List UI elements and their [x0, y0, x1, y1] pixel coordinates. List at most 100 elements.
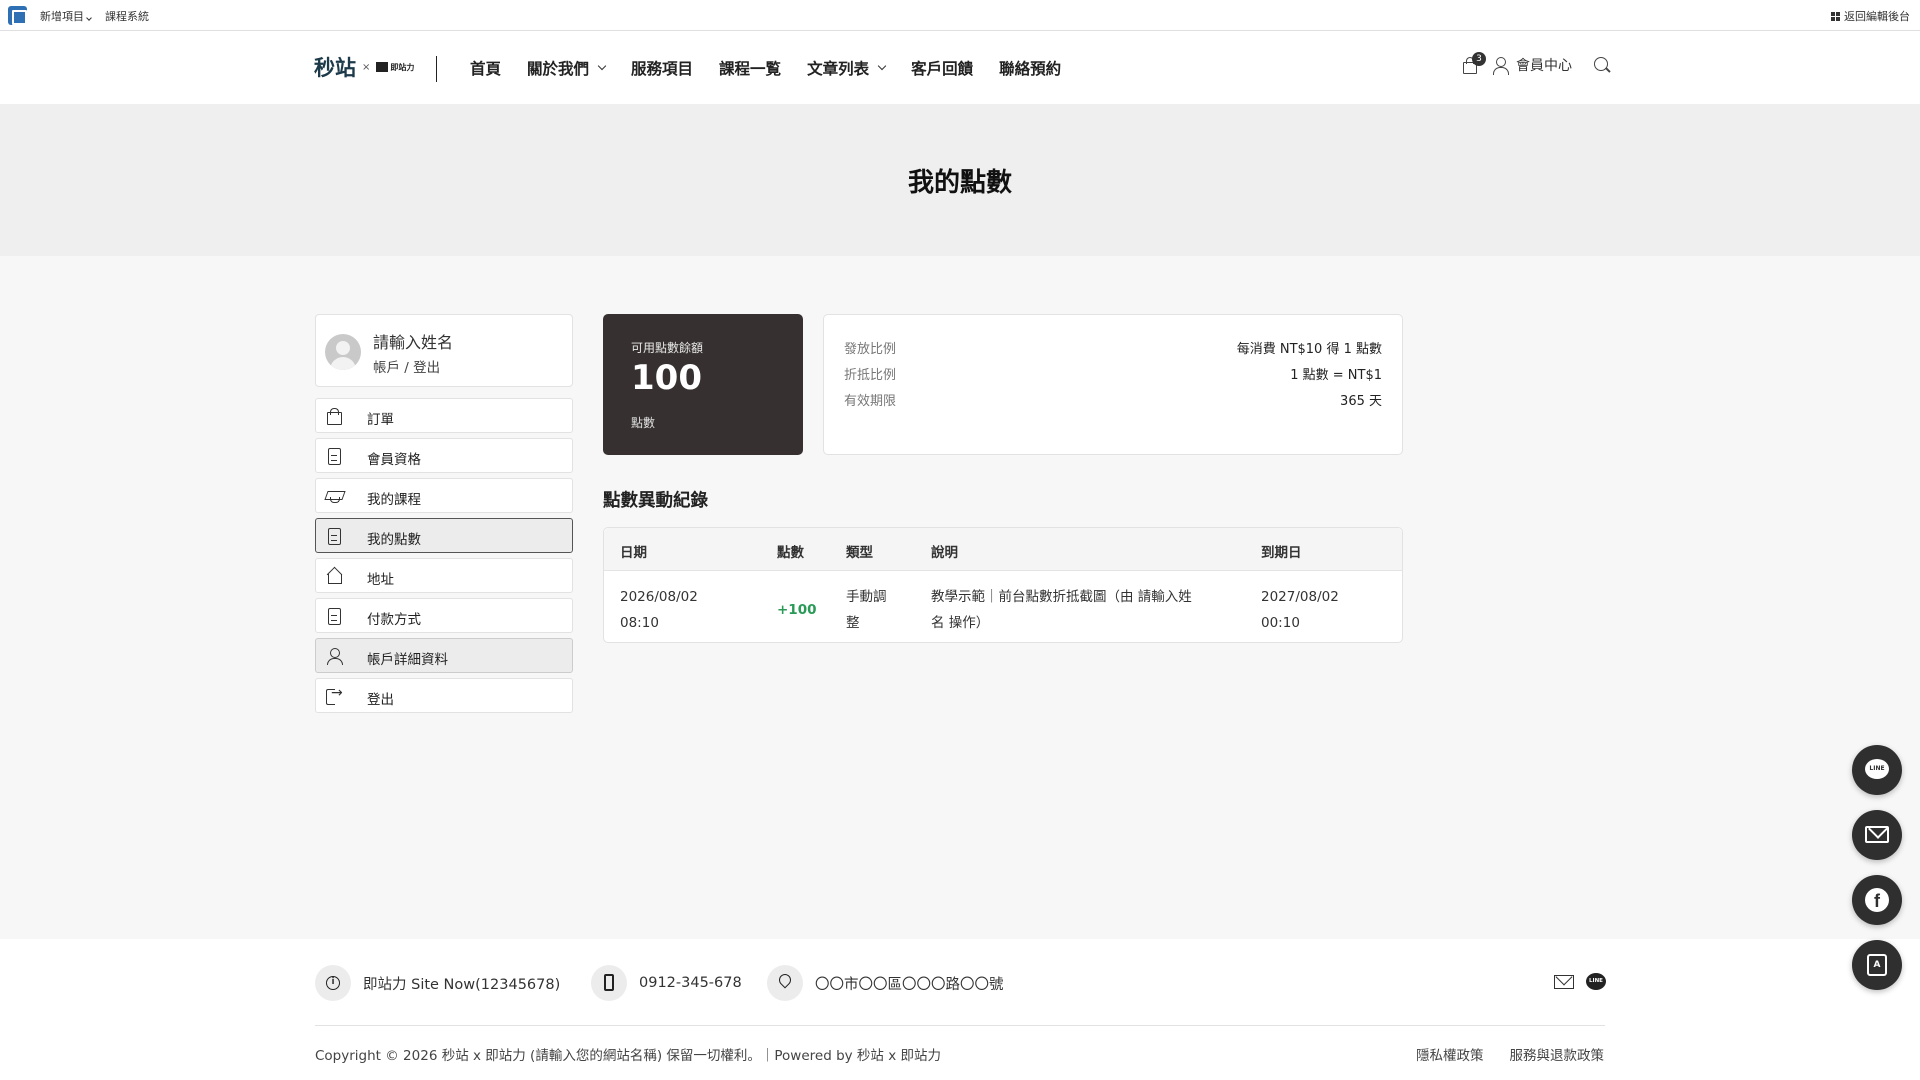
email-float-button[interactable] [1852, 810, 1902, 860]
footer-address: 〇〇市〇〇區〇〇〇路〇〇號 [767, 965, 1004, 1001]
avatar [325, 334, 361, 370]
expiry-time-line: 00:10 [1261, 615, 1300, 631]
history-title: 點數異動紀錄 [603, 491, 708, 511]
nav-testimonials[interactable]: 客戶回饋 [911, 57, 973, 79]
phone-icon [604, 974, 614, 991]
privacy-policy-link[interactable]: 隱私權政策 [1416, 1044, 1484, 1064]
course-system-link[interactable]: 課程系統 [105, 8, 149, 24]
footer-social: LINE [1554, 973, 1606, 990]
expiry-date-line: 2027/08/02 [1261, 589, 1339, 605]
back-to-admin-label: 返回編輯後台 [1844, 10, 1910, 23]
rule-validity: 有效期限 365 天 [844, 390, 1382, 409]
location-icon-circle [767, 965, 803, 1001]
member-center-link[interactable]: 會員中心 [1516, 55, 1572, 75]
facebook-float-button[interactable]: f [1852, 875, 1902, 925]
sidebar-item-my-courses[interactable]: 我的課程 [315, 478, 573, 513]
table-header: 日期 點數 類型 說明 到期日 [604, 528, 1402, 571]
nav-courses[interactable]: 課程一覧 [719, 57, 781, 79]
nav-home[interactable]: 首頁 [470, 57, 501, 79]
logo-main-text: 秒站 [314, 55, 356, 80]
header-actions: 3 會員中心 [1462, 52, 1610, 75]
address-text: 〇〇市〇〇區〇〇〇路〇〇號 [815, 976, 1004, 993]
new-item-menu[interactable]: 新增項目 [40, 8, 92, 24]
admin-bar: 新增項目 課程系統 返回編輯後台 [0, 0, 1920, 31]
user-icon [326, 648, 343, 665]
line-float-button[interactable]: LINE [1852, 745, 1902, 795]
cell-date: 2026/08/02 08:10 [620, 584, 698, 636]
site-admin-icon[interactable] [8, 6, 27, 25]
footer-phone[interactable]: 0912-345-678 [591, 965, 742, 1001]
grid-icon [1831, 11, 1840, 21]
sidebar-item-address[interactable]: 地址 [315, 558, 573, 593]
sidebar-item-label: 我的點數 [367, 532, 421, 548]
form-float-button[interactable]: A [1852, 940, 1902, 990]
rule-value: 每消費 NT$10 得 1 點數 [1236, 342, 1382, 357]
search-icon[interactable] [1594, 57, 1610, 73]
main-nav: 首頁 關於我們 服務項目 課程一覧 文章列表 客戶回饋 聯絡預約 [470, 57, 1061, 79]
page-hero: 我的點數 [0, 104, 1920, 256]
col-points: 點數 [777, 545, 804, 561]
phone-text: 0912-345-678 [639, 975, 742, 991]
sidebar-item-my-points[interactable]: 我的點數 [315, 518, 573, 553]
nav-articles[interactable]: 文章列表 [807, 57, 887, 79]
mail-icon [1865, 826, 1889, 843]
rule-redeem-rate: 折抵比例 1 點數 = NT$1 [844, 364, 1382, 383]
mail-icon[interactable] [1554, 974, 1574, 989]
refund-policy-link[interactable]: 服務與退款政策 [1510, 1044, 1605, 1064]
rule-key: 有效期限 [844, 394, 897, 409]
logout-link[interactable]: 登出 [413, 360, 440, 376]
rule-value: 365 天 [1340, 394, 1382, 409]
user-icon[interactable] [1492, 57, 1509, 75]
info-icon: i [326, 976, 340, 990]
col-date: 日期 [620, 545, 647, 561]
sidebar-item-label: 地址 [367, 572, 394, 588]
sidebar-item-account-details[interactable]: 帳戶詳細資料 [315, 638, 573, 673]
sidebar-item-payment-methods[interactable]: 付款方式 [315, 598, 573, 633]
rule-key: 發放比例 [844, 342, 897, 357]
partner-logo-mark [376, 62, 389, 72]
points-balance-card: 可用點數餘額 100 點數 [603, 314, 803, 455]
cell-expiry: 2027/08/02 00:10 [1261, 584, 1339, 636]
sidebar-item-label: 登出 [367, 692, 394, 708]
account-link[interactable]: 帳戶 [373, 360, 400, 376]
copyright-text: Copyright © 2026 秒站 x 即站力 (請輸入您的網站名稱) 保留… [315, 1048, 941, 1064]
new-item-label: 新增項目 [40, 10, 84, 23]
site-logo[interactable]: 秒站 × 即站力 [314, 55, 414, 80]
nav-about-label: 關於我們 [527, 60, 590, 78]
profile-card: 請輸入姓名 帳戶 / 登出 [315, 314, 573, 387]
footer-policy-links: 隱私權政策 服務與退款政策 [1416, 1044, 1604, 1064]
cart-icon[interactable]: 3 [1462, 52, 1486, 74]
graduation-cap-icon [326, 488, 342, 504]
profile-name: 請輸入姓名 [373, 333, 454, 352]
shopping-bag-icon [326, 408, 342, 425]
balance-label: 可用點數餘額 [631, 341, 704, 355]
sidebar-item-label: 帳戶詳細資料 [367, 652, 448, 668]
line-icon[interactable]: LINE [1586, 973, 1606, 990]
type-line: 手動調 [846, 589, 887, 605]
logo-x: × [362, 61, 371, 73]
rule-earn-rate: 發放比例 每消費 NT$10 得 1 點數 [844, 338, 1382, 357]
logo-divider [436, 56, 437, 82]
time-line: 08:10 [620, 615, 659, 631]
info-icon-circle: i [315, 965, 351, 1001]
description-line: 教學示範｜前台點數折抵截圖（由 請輸入姓 [931, 589, 1192, 605]
cell-points: +100 [777, 602, 817, 618]
company-text: 即站力 Site Now(12345678) [363, 976, 561, 993]
rule-value: 1 點數 = NT$1 [1290, 368, 1382, 383]
type-line: 整 [846, 615, 860, 631]
nav-contact[interactable]: 聯絡預約 [999, 57, 1061, 79]
sidebar-item-membership[interactable]: 會員資格 [315, 438, 573, 473]
back-to-admin-link[interactable]: 返回編輯後台 [1831, 8, 1910, 24]
site-header: 秒站 × 即站力 首頁 關於我們 服務項目 課程一覧 文章列表 客戶回饋 聯絡預… [0, 31, 1920, 104]
profile-links: 帳戶 / 登出 [373, 356, 440, 376]
sidebar-item-orders[interactable]: 訂單 [315, 398, 573, 433]
nav-services[interactable]: 服務項目 [631, 57, 693, 79]
chevron-down-icon [86, 15, 92, 21]
page-title: 我的點數 [907, 168, 1012, 198]
sidebar-item-label: 我的課程 [367, 492, 421, 508]
sidebar-item-logout[interactable]: 登出 [315, 678, 573, 713]
nav-about[interactable]: 關於我們 [527, 57, 607, 79]
sidebar-item-label: 會員資格 [367, 452, 421, 468]
points-rules-card: 發放比例 每消費 NT$10 得 1 點數 折抵比例 1 點數 = NT$1 有… [823, 314, 1403, 455]
chevron-down-icon [597, 61, 607, 71]
